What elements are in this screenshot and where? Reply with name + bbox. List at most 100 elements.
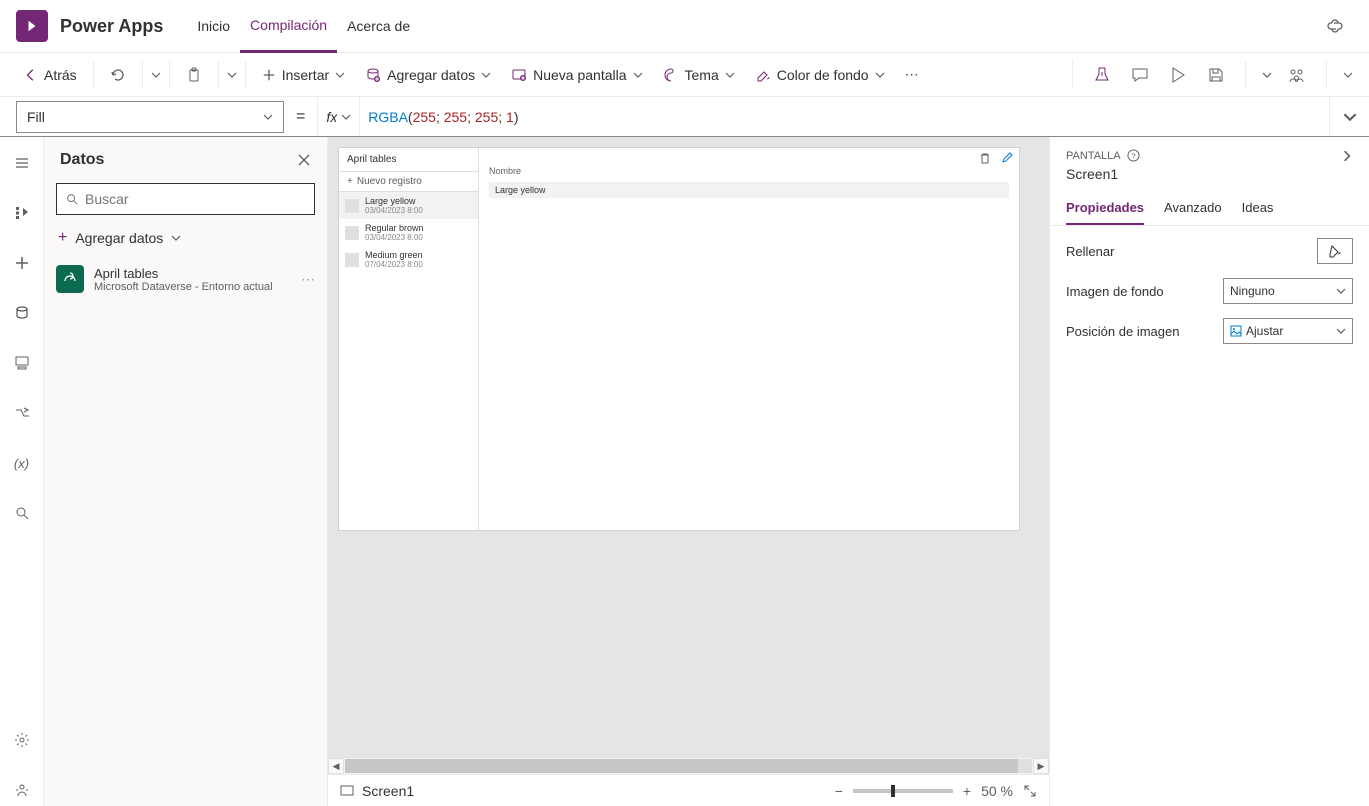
fx-button[interactable]: fx bbox=[317, 97, 359, 136]
zoom-out-button[interactable]: − bbox=[835, 783, 843, 799]
rail-flows-icon[interactable] bbox=[6, 397, 38, 429]
command-toolbar: Atrás Insertar Agregar datos Nueva panta… bbox=[0, 53, 1369, 97]
bg-color-label: Color de fondo bbox=[777, 67, 869, 83]
search-icon bbox=[65, 192, 79, 206]
property-name: Fill bbox=[27, 109, 45, 125]
play-icon[interactable] bbox=[1165, 62, 1191, 88]
search-field[interactable] bbox=[85, 191, 306, 207]
add-data-label: Agregar datos bbox=[387, 67, 475, 83]
list-item[interactable]: Medium green 07/04/2023 8:00 bbox=[339, 246, 478, 273]
new-screen-button[interactable]: Nueva pantalla bbox=[503, 63, 650, 87]
data-panel: Datos + Agregar datos April tables Micro… bbox=[44, 137, 328, 806]
tab-compilacion[interactable]: Compilación bbox=[240, 0, 337, 53]
rail-settings-icon[interactable] bbox=[6, 724, 38, 756]
chevron-down-icon bbox=[171, 233, 181, 243]
zoom-slider[interactable] bbox=[853, 789, 953, 793]
close-icon[interactable] bbox=[297, 153, 311, 167]
bg-color-button[interactable]: Color de fondo bbox=[747, 63, 893, 87]
horizontal-scrollbar[interactable]: ◀ ▶ bbox=[328, 758, 1049, 774]
props-screen-name: Screen1 bbox=[1050, 166, 1369, 192]
expand-props-icon[interactable] bbox=[1341, 150, 1353, 162]
back-label: Atrás bbox=[44, 67, 77, 83]
svg-text:?: ? bbox=[1131, 151, 1135, 160]
thumbnail-icon bbox=[345, 253, 359, 267]
canvas-area: April tables + Nuevo registro Large yell… bbox=[328, 137, 1049, 806]
zoom-value: 50 % bbox=[981, 783, 1013, 799]
property-selector[interactable]: Fill bbox=[16, 101, 284, 133]
undo-button[interactable] bbox=[102, 63, 134, 87]
edit-icon[interactable] bbox=[1001, 152, 1013, 164]
equals-sign: = bbox=[284, 108, 317, 126]
paste-button[interactable] bbox=[178, 63, 210, 87]
prop-fill-label: Rellenar bbox=[1066, 244, 1114, 259]
add-data-text: Agregar datos bbox=[75, 230, 163, 246]
data-source-provider: Microsoft Dataverse - Entorno actual bbox=[94, 281, 273, 293]
back-button[interactable]: Atrás bbox=[16, 63, 85, 87]
app-title: Power Apps bbox=[60, 16, 163, 37]
theme-button[interactable]: Tema bbox=[655, 63, 743, 87]
rail-insert-icon[interactable] bbox=[6, 247, 38, 279]
rail-tree-icon[interactable] bbox=[6, 197, 38, 229]
app-header: Power Apps Inicio Compilación Acerca de bbox=[0, 0, 1369, 53]
plus-icon: + bbox=[58, 229, 67, 247]
rail-ai-icon[interactable] bbox=[6, 774, 38, 806]
thumbnail-icon bbox=[345, 199, 359, 213]
list-item[interactable]: Large yellow 03/04/2023 8:00 bbox=[339, 192, 478, 219]
screen-icon bbox=[340, 784, 354, 798]
fill-color-button[interactable] bbox=[1317, 238, 1353, 264]
prop-bgimage-label: Imagen de fondo bbox=[1066, 284, 1164, 299]
dataverse-icon bbox=[56, 265, 84, 293]
scroll-left-icon[interactable]: ◀ bbox=[328, 758, 344, 774]
add-data-button[interactable]: Agregar datos bbox=[357, 63, 499, 87]
new-screen-label: Nueva pantalla bbox=[533, 67, 626, 83]
overflow-button[interactable]: ⋯ bbox=[897, 62, 927, 87]
gallery-title: April tables bbox=[339, 148, 478, 172]
zoom-in-button[interactable]: + bbox=[963, 783, 971, 799]
app-checker-icon[interactable] bbox=[1089, 62, 1115, 88]
header-link-icon[interactable] bbox=[1325, 16, 1353, 36]
undo-chevron-icon[interactable] bbox=[151, 70, 161, 80]
theme-label: Tema bbox=[685, 67, 719, 83]
status-screen-name: Screen1 bbox=[362, 783, 414, 799]
rail-search-icon[interactable] bbox=[6, 497, 38, 529]
share-chevron-icon[interactable] bbox=[1343, 70, 1353, 80]
tab-inicio[interactable]: Inicio bbox=[187, 0, 240, 53]
tab-acerca[interactable]: Acerca de bbox=[337, 0, 420, 53]
new-record-button[interactable]: + Nuevo registro bbox=[339, 172, 478, 192]
fit-icon[interactable] bbox=[1023, 784, 1037, 798]
tab-avanzado[interactable]: Avanzado bbox=[1164, 192, 1222, 225]
image-icon bbox=[1230, 325, 1242, 337]
canvas-frame[interactable]: April tables + Nuevo registro Large yell… bbox=[338, 147, 1020, 531]
app-logo bbox=[16, 10, 48, 42]
comments-icon[interactable] bbox=[1127, 62, 1153, 88]
rail-media-icon[interactable] bbox=[6, 347, 38, 379]
search-input[interactable] bbox=[56, 183, 315, 215]
detail-field-value: Large yellow bbox=[489, 182, 1009, 198]
paste-chevron-icon[interactable] bbox=[227, 70, 237, 80]
prop-imgpos-label: Posición de imagen bbox=[1066, 324, 1179, 339]
help-icon[interactable]: ? bbox=[1127, 149, 1140, 162]
list-item[interactable]: Regular brown 03/04/2023 8:00 bbox=[339, 219, 478, 246]
formula-input[interactable]: RGBA(255; 255; 255; 1) bbox=[359, 97, 1329, 136]
tab-ideas[interactable]: Ideas bbox=[1242, 192, 1274, 225]
img-position-select[interactable]: Ajustar bbox=[1223, 318, 1353, 344]
tab-propiedades[interactable]: Propiedades bbox=[1066, 192, 1144, 225]
rail-hamburger-icon[interactable] bbox=[6, 147, 38, 179]
status-bar: Screen1 − + 50 % bbox=[328, 774, 1049, 806]
save-chevron-icon[interactable] bbox=[1262, 70, 1272, 80]
bg-image-select[interactable]: Ninguno bbox=[1223, 278, 1353, 304]
formula-expand-button[interactable] bbox=[1329, 97, 1369, 136]
share-icon[interactable] bbox=[1284, 62, 1310, 88]
rail-data-icon[interactable] bbox=[6, 297, 38, 329]
detail-field-label: Nombre bbox=[479, 148, 1019, 180]
trash-icon[interactable] bbox=[979, 152, 991, 164]
add-data-link[interactable]: + Agregar datos bbox=[56, 225, 315, 251]
scroll-right-icon[interactable]: ▶ bbox=[1033, 758, 1049, 774]
data-source-item[interactable]: April tables Microsoft Dataverse - Entor… bbox=[44, 257, 327, 301]
data-panel-title: Datos bbox=[60, 151, 297, 169]
insert-button[interactable]: Insertar bbox=[254, 63, 353, 87]
left-rail: (x) bbox=[0, 137, 44, 806]
more-icon[interactable]: ⋯ bbox=[301, 271, 315, 288]
rail-variables-icon[interactable]: (x) bbox=[6, 447, 38, 479]
save-icon[interactable] bbox=[1203, 62, 1229, 88]
